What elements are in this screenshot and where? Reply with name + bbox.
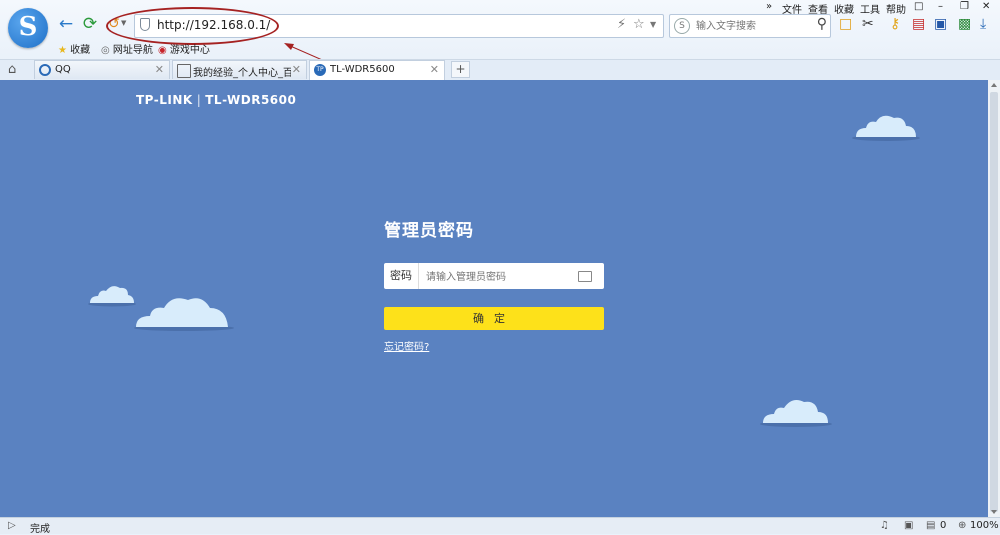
- search-icon[interactable]: ⚲: [817, 16, 827, 32]
- scroll-down-icon[interactable]: [991, 510, 997, 514]
- downloads-icon[interactable]: ▤: [926, 520, 935, 531]
- zoom-icon[interactable]: ⊕: [958, 520, 966, 531]
- keyboard-icon[interactable]: [578, 271, 592, 282]
- bookmarks-icon[interactable]: □: [839, 16, 852, 32]
- cloud-icon: [852, 115, 920, 141]
- scroll-up-icon[interactable]: [991, 83, 997, 87]
- back-arrow-icon[interactable]: ←: [56, 14, 76, 34]
- forgot-password-link[interactable]: 忘记密码?: [384, 338, 429, 353]
- annotation-ellipse: [106, 7, 279, 45]
- password-input[interactable]: [424, 267, 578, 287]
- model-name: TL-WDR5600: [205, 93, 297, 107]
- bookmark-nav[interactable]: ◎ 网址导航: [101, 41, 153, 56]
- menu-view[interactable]: 查看: [808, 1, 828, 16]
- password-field[interactable]: 密码: [384, 263, 604, 289]
- menu-file[interactable]: 文件: [782, 1, 802, 16]
- brand-header: TP-LINK | TL-WDR5600: [136, 93, 297, 107]
- refresh-icon[interactable]: ⟳: [80, 14, 100, 34]
- lightning-icon[interactable]: ⚡: [617, 17, 626, 32]
- menu-more[interactable]: »: [766, 1, 772, 12]
- scrollbar-thumb[interactable]: [990, 92, 998, 512]
- home-icon[interactable]: ⌂: [8, 62, 16, 77]
- camera-icon[interactable]: ▣: [934, 16, 947, 32]
- new-tab-button[interactable]: +: [451, 61, 470, 78]
- login-title: 管理员密码: [384, 221, 474, 241]
- screenshot-icon[interactable]: ▣: [904, 520, 913, 531]
- shirt-icon[interactable]: □: [914, 1, 923, 12]
- menu-tools[interactable]: 工具: [860, 1, 880, 16]
- page-icon: [177, 64, 191, 78]
- router-login-page: TP-LINK | TL-WDR5600 管理员密码 密码 确定 忘记密码?: [0, 80, 988, 517]
- close-window-icon[interactable]: ✕: [982, 1, 990, 12]
- clean-icon[interactable]: ▤: [912, 16, 925, 32]
- vertical-scrollbar[interactable]: [988, 80, 1000, 517]
- download-count: 0: [940, 520, 947, 531]
- sidebar-toggle-icon[interactable]: ▷: [8, 520, 16, 531]
- address-dropdown-icon[interactable]: ▼: [650, 20, 656, 29]
- tab-baidu[interactable]: 我的经验_个人中心_百度 ✕: [172, 60, 307, 79]
- status-bar: ▷ 完成 ♫ ▣ ▤ 0 ⊕ 100%: [0, 517, 1000, 535]
- browser-logo[interactable]: S: [8, 8, 48, 48]
- confirm-button[interactable]: 确定: [384, 307, 604, 330]
- star-icon: ★: [58, 45, 67, 56]
- bookmark-star-icon[interactable]: ☆: [633, 17, 645, 32]
- game-icon: ◉: [158, 45, 167, 56]
- qq-icon: [39, 64, 51, 76]
- search-engine-icon[interactable]: S: [674, 18, 690, 34]
- cloud-icon: [88, 286, 136, 307]
- search-box[interactable]: S ⚲: [669, 14, 831, 38]
- password-label: 密码: [384, 263, 419, 289]
- close-tab-icon[interactable]: ✕: [430, 63, 439, 76]
- cloud-icon: [134, 298, 234, 331]
- minimize-icon[interactable]: –: [938, 1, 943, 12]
- menu-help[interactable]: 帮助: [886, 1, 906, 16]
- restore-icon[interactable]: ❐: [960, 1, 969, 12]
- tab-router[interactable]: TP TL-WDR5600 ✕: [309, 60, 445, 81]
- bookmark-games[interactable]: ◉ 游戏中心: [158, 41, 210, 56]
- download-icon[interactable]: ⤓: [980, 16, 986, 32]
- scissors-icon[interactable]: ✂: [862, 16, 874, 32]
- tab-qq[interactable]: QQ ✕: [34, 60, 170, 79]
- search-input[interactable]: [694, 17, 808, 35]
- tp-link-icon: TP: [314, 64, 326, 76]
- close-tab-icon[interactable]: ✕: [292, 63, 301, 76]
- close-tab-icon[interactable]: ✕: [155, 63, 164, 76]
- zoom-level[interactable]: 100%: [970, 520, 999, 531]
- brand-logo: TP-LINK: [136, 93, 193, 107]
- key-icon[interactable]: ⚷: [890, 16, 900, 32]
- cloud-icon: [760, 400, 832, 427]
- speaker-icon[interactable]: ♫: [880, 520, 889, 531]
- menu-favorites[interactable]: 收藏: [834, 1, 854, 16]
- extension-icon[interactable]: ▩: [958, 16, 971, 32]
- bookmark-favorites[interactable]: ★ 收藏: [58, 41, 90, 56]
- globe-icon: ◎: [101, 45, 110, 56]
